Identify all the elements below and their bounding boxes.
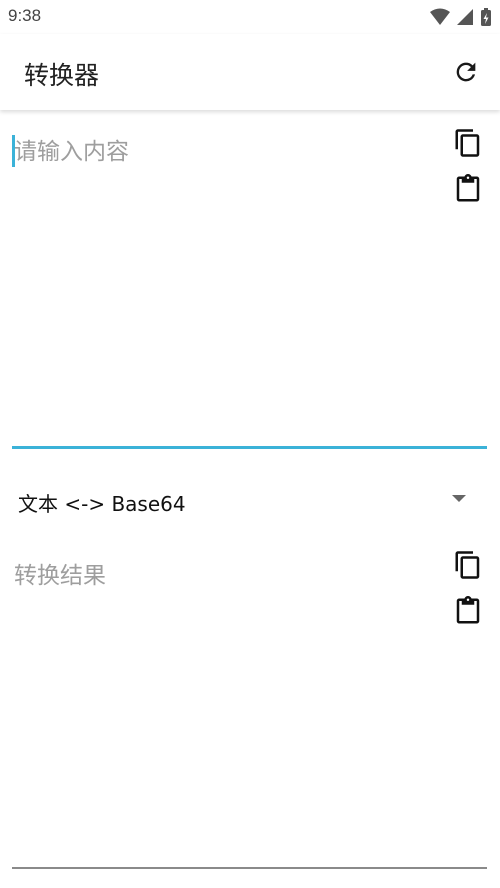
input-area (0, 110, 500, 450)
dropdown-arrow-icon (452, 495, 466, 502)
copy-icon (455, 551, 480, 579)
result-paste-button[interactable] (451, 594, 485, 628)
battery-charging-icon (481, 8, 491, 26)
clipboard-paste-icon (456, 174, 480, 202)
input-copy-button[interactable] (451, 126, 485, 160)
result-copy-button[interactable] (451, 548, 485, 582)
clipboard-paste-icon (456, 596, 480, 624)
refresh-button[interactable] (450, 56, 482, 88)
input-underline (12, 446, 487, 449)
wifi-icon (430, 8, 450, 25)
input-paste-button[interactable] (451, 172, 485, 206)
copy-icon (455, 129, 480, 157)
result-area: 转换结果 (0, 540, 500, 888)
conversion-mode-label: 文本 <-> Base64 (18, 492, 186, 516)
page-title: 转换器 (24, 61, 100, 90)
input-field[interactable] (12, 126, 432, 426)
conversion-mode-dropdown[interactable]: 文本 <-> Base64 (0, 470, 500, 530)
text-cursor (12, 135, 15, 167)
status-time: 9:38 (8, 6, 42, 25)
result-placeholder: 转换结果 (14, 563, 106, 589)
refresh-icon (456, 62, 476, 82)
result-underline (12, 867, 487, 869)
status-bar: 9:38 (0, 0, 500, 34)
app-bar: 转换器 (0, 34, 500, 110)
result-field[interactable]: 转换结果 (12, 552, 432, 852)
status-icons (430, 6, 492, 28)
signal-icon (457, 9, 473, 25)
